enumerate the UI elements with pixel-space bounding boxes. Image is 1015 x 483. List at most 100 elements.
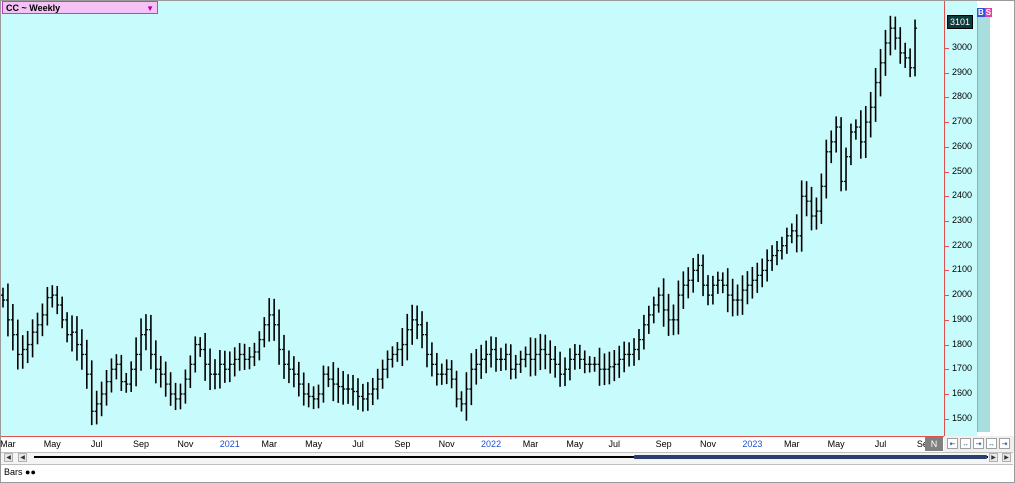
- x-tick-label: Nov: [177, 439, 194, 449]
- chart-plot-area[interactable]: [1, 1, 944, 436]
- ohlc-bar: [602, 353, 607, 386]
- ohlc-bar: [533, 338, 538, 376]
- ohlc-bar: [789, 223, 794, 244]
- ohlc-bar: [153, 340, 158, 384]
- scroll-last-icon[interactable]: ▶: [1002, 453, 1011, 462]
- study-name: Bars: [4, 467, 23, 477]
- ohlc-bar: [247, 347, 252, 370]
- ohlc-bar: [25, 330, 30, 364]
- ohlc-bar: [908, 48, 913, 78]
- ohlc-bar: [720, 272, 725, 294]
- y-tick-mark: [945, 196, 949, 198]
- y-tick-label: 1900: [952, 313, 973, 324]
- y-tick-mark: [945, 122, 949, 124]
- x-tick-label: Mar: [0, 439, 16, 449]
- ohlc-bar: [750, 266, 755, 299]
- ohlc-bar: [351, 374, 356, 406]
- x-tick-label: Sep: [655, 439, 672, 449]
- ohlc-bar: [755, 262, 760, 293]
- ohlc-bar: [45, 286, 50, 326]
- ohlc-bar: [508, 344, 513, 380]
- compress-icon[interactable]: ↔: [986, 438, 997, 449]
- ohlc-bar: [434, 352, 439, 386]
- ohlc-bar: [50, 285, 55, 308]
- buy-sell-badge[interactable]: BS: [977, 8, 993, 17]
- time-axis: Mar May Jul Sep Nov 2021 Mar May Jul Sep Nov 2022 Ma…: [0, 436, 944, 453]
- ohlc-bar: [55, 285, 60, 315]
- zoom-in-icon[interactable]: ↔: [960, 438, 971, 449]
- x-tick-label: May: [566, 439, 584, 449]
- scroll-start-icon[interactable]: ⇥: [973, 438, 984, 449]
- ohlc-bar: [523, 346, 528, 368]
- y-tick-label: 1700: [952, 363, 973, 374]
- ohlc-bar: [454, 370, 459, 408]
- glasses-icon[interactable]: ●●: [25, 467, 36, 477]
- ohlc-bar: [439, 363, 444, 385]
- ohlc-bar: [627, 342, 632, 367]
- zoom-out-icon[interactable]: ⇤: [947, 438, 958, 449]
- ohlc-bar: [296, 361, 301, 397]
- ohlc-bar: [119, 354, 124, 392]
- ohlc-bar: [365, 382, 370, 411]
- ohlc-bar: [385, 350, 390, 379]
- price-axis: 1500 1600 1700 1800 1900 2000 2100 2200 2300 2400…: [944, 1, 977, 436]
- x-tick-label: Sep: [133, 439, 150, 449]
- n-button[interactable]: N: [925, 437, 943, 451]
- ohlc-bar: [1, 287, 5, 308]
- x-tick-label: 2023: [742, 439, 763, 449]
- ohlc-bar: [834, 116, 839, 153]
- ohlc-bar: [74, 316, 79, 361]
- ohlc-bar: [770, 245, 775, 271]
- ohlc-bar: [819, 173, 824, 224]
- ohlc-bar: [208, 348, 213, 391]
- ohlc-bar: [114, 354, 119, 380]
- ohlc-bar: [622, 341, 627, 373]
- ohlc-bar: [40, 303, 45, 337]
- scroll-end-icon[interactable]: ⇥: [999, 438, 1010, 449]
- ohlc-bar: [607, 351, 612, 385]
- y-tick-label: 2600: [952, 140, 973, 151]
- sell-icon[interactable]: S: [984, 8, 993, 17]
- ohlc-bar: [139, 318, 144, 371]
- y-tick-mark: [945, 72, 949, 74]
- ohlc-bar: [548, 340, 553, 374]
- ohlc-bar: [321, 365, 326, 403]
- ohlc-bar: [104, 370, 109, 406]
- caret-down-icon[interactable]: ▼: [146, 2, 154, 15]
- ohlc-bar: [360, 383, 365, 412]
- ohlc-bar: [479, 344, 484, 379]
- ohlc-bar: [538, 333, 543, 371]
- study-label[interactable]: Bars ●●: [4, 467, 36, 477]
- scroll-right-icon[interactable]: ▶: [989, 453, 998, 462]
- scrollbar-thumb[interactable]: [634, 455, 987, 459]
- scroll-first-icon[interactable]: ◀: [4, 453, 13, 462]
- y-tick-label: 3000: [952, 41, 973, 52]
- ohlc-bar: [94, 390, 99, 425]
- ohlc-bar: [227, 351, 232, 383]
- ohlc-bar: [449, 360, 454, 389]
- y-tick-label: 1500: [952, 412, 973, 423]
- ohlc-bar: [336, 367, 341, 403]
- scroll-left-icon[interactable]: ◀: [18, 453, 27, 462]
- right-panel-strip: [977, 8, 990, 432]
- buy-icon[interactable]: B: [977, 8, 985, 17]
- ohlc-bar: [494, 337, 498, 372]
- ohlc-bar: [30, 319, 35, 358]
- ohlc-bar: [632, 338, 637, 366]
- ohlc-bar: [429, 342, 434, 377]
- x-tick-label: 2021: [219, 439, 240, 449]
- ohlc-bar: [60, 296, 65, 329]
- symbol-selector[interactable]: CC ~ Weekly ▼: [2, 1, 158, 14]
- ohlc-bar: [331, 362, 336, 402]
- ohlc-bar: [316, 384, 321, 409]
- ohlc-bar: [173, 382, 178, 411]
- y-tick-mark: [945, 171, 949, 173]
- ohlc-bar: [424, 321, 429, 368]
- ohlc-bar: [420, 311, 425, 349]
- ohlc-bar: [563, 357, 568, 387]
- y-tick-mark: [945, 245, 949, 247]
- ohlc-bar: [143, 314, 148, 351]
- ohlc-bar: [888, 15, 893, 56]
- ohlc-bar: [829, 130, 834, 164]
- ohlc-bar: [277, 309, 282, 365]
